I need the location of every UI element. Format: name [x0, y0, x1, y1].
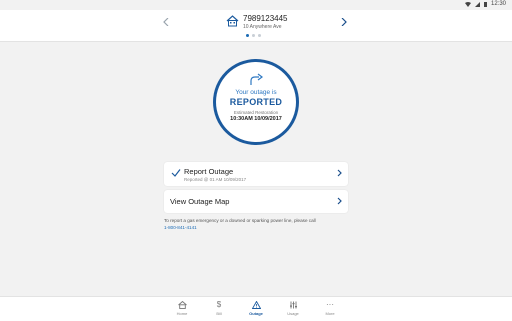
account-info[interactable]: 7989123445 10 Anywhere Ave [226, 14, 288, 31]
page-dot [258, 34, 261, 37]
chevron-right-icon [341, 18, 347, 26]
signal-icon [474, 1, 480, 7]
report-outage-title: Report Outage [184, 167, 234, 176]
view-outage-map-title: View Outage Map [170, 197, 230, 206]
outage-status-value: REPORTED [229, 97, 283, 107]
nav-label-home: Home [176, 311, 188, 316]
report-outage-subtitle: Reported @ 01 AM 10/09/2017 [184, 177, 247, 182]
bottom-nav: Home $ Bill Outage Usage ··· More [0, 296, 512, 321]
status-bar: 12:30 [0, 0, 512, 10]
account-number: 7989123445 [243, 14, 288, 23]
account-header: 7989123445 10 Anywhere Ave [0, 10, 512, 42]
chevron-right-icon [337, 197, 342, 205]
chevron-right-icon [337, 169, 342, 177]
sliders-icon [289, 301, 297, 308]
report-outage-card[interactable]: Report Outage Reported @ 01 AM 10/09/201… [164, 162, 348, 186]
status-time: 12:30 [490, 1, 506, 7]
outage-status-label: Your outage is [235, 89, 277, 96]
account-address: 10 Anywhere Ave [243, 24, 282, 30]
nav-label-usage: Usage [287, 311, 299, 316]
emergency-info-text: To report a gas emergency or a downed or… [164, 218, 316, 223]
nav-label-more: More [325, 311, 335, 316]
nav-item-bill[interactable]: $ Bill [204, 300, 234, 316]
checkmark-icon [171, 169, 181, 177]
page-dot [252, 34, 255, 37]
page-dot [246, 34, 249, 37]
nav-item-usage[interactable]: Usage [278, 300, 308, 316]
view-outage-map-card[interactable]: View Outage Map [164, 190, 348, 213]
house-icon [226, 15, 239, 27]
plug-icon [250, 73, 263, 85]
estimated-restoration-label: Estimated Restoration [233, 110, 279, 115]
page-indicator [246, 34, 261, 37]
nav-label-bill: Bill [216, 311, 222, 316]
emergency-phone-link[interactable]: 1-800-841-4141 [164, 225, 197, 230]
next-account-button[interactable] [338, 16, 350, 28]
dollar-icon: $ [216, 300, 222, 309]
wifi-icon [464, 1, 471, 7]
battery-icon [483, 1, 487, 7]
status-icons: 12:30 [464, 1, 506, 7]
nav-label-outage: Outage [249, 311, 263, 316]
more-icon: ··· [326, 300, 334, 309]
home-icon [177, 300, 187, 309]
estimated-restoration-value: 10:30AM 10/09/2017 [230, 116, 282, 122]
chevron-left-icon [163, 18, 169, 26]
outage-status-circle: Your outage is REPORTED Estimated Restor… [216, 62, 296, 142]
warning-icon [251, 300, 261, 309]
nav-item-home[interactable]: Home [167, 300, 197, 316]
nav-item-more[interactable]: ··· More [315, 300, 345, 316]
outage-status-ring: Your outage is REPORTED Estimated Restor… [213, 59, 299, 145]
previous-account-button[interactable] [160, 16, 172, 28]
nav-item-outage[interactable]: Outage [241, 300, 271, 316]
